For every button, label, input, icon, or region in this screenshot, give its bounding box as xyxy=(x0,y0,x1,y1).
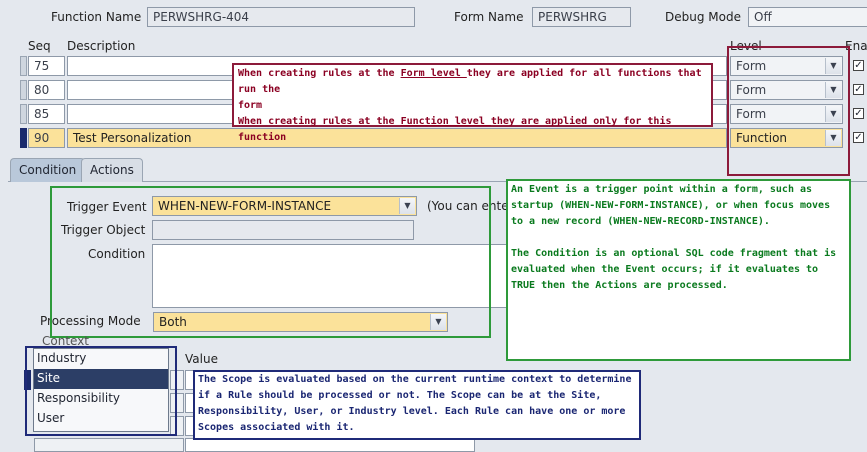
tab-actions[interactable]: Actions xyxy=(81,158,143,182)
level-note-line3: When creating rules at the Function leve… xyxy=(238,116,672,143)
level-note-line2: form xyxy=(238,100,263,111)
row-selector[interactable] xyxy=(20,56,27,76)
enabled-checkbox[interactable]: ✓ xyxy=(853,60,864,71)
row-selector[interactable] xyxy=(20,80,27,100)
value-column-header: Value xyxy=(185,352,218,366)
scope-highlight-box xyxy=(25,346,177,436)
level-annotation: When creating rules at the Form level th… xyxy=(232,63,713,143)
form-name-field[interactable]: PERWSHRG xyxy=(532,7,631,27)
event-note-paragraph-1: An Event is a trigger point within a for… xyxy=(511,184,831,227)
enabled-checkbox[interactable]: ✓ xyxy=(853,132,864,143)
debug-mode-select[interactable]: Off xyxy=(748,7,867,27)
context-value-field[interactable] xyxy=(185,438,475,452)
function-name-field[interactable]: PERWSHRG-404 xyxy=(147,7,415,27)
seq-cell[interactable]: 85 xyxy=(28,104,65,124)
row-selector[interactable] xyxy=(20,104,27,124)
current-row-indicator[interactable] xyxy=(20,128,27,148)
level-highlight-box xyxy=(727,46,850,176)
event-note-paragraph-2: The Condition is an optional SQL code fr… xyxy=(511,248,837,291)
condition-highlight-box xyxy=(50,186,491,338)
form-name-label: Form Name xyxy=(454,10,524,24)
seq-cell[interactable]: 75 xyxy=(28,56,65,76)
scope-annotation: The Scope is evaluated based on the curr… xyxy=(193,370,641,440)
description-column-header: Description xyxy=(67,39,136,53)
level-note-line1: When creating rules at the Form level th… xyxy=(238,68,702,95)
context-type-field[interactable] xyxy=(34,438,184,452)
seq-cell[interactable]: 90 xyxy=(28,128,65,148)
function-name-label: Function Name xyxy=(51,10,142,24)
tab-condition[interactable]: Condition xyxy=(10,158,86,182)
enabled-checkbox[interactable]: ✓ xyxy=(853,108,864,119)
seq-cell[interactable]: 80 xyxy=(28,80,65,100)
debug-mode-label: Debug Mode xyxy=(665,10,741,24)
seq-column-header: Seq xyxy=(28,39,51,53)
enabled-checkbox[interactable]: ✓ xyxy=(853,84,864,95)
event-annotation: An Event is a trigger point within a for… xyxy=(506,179,851,361)
